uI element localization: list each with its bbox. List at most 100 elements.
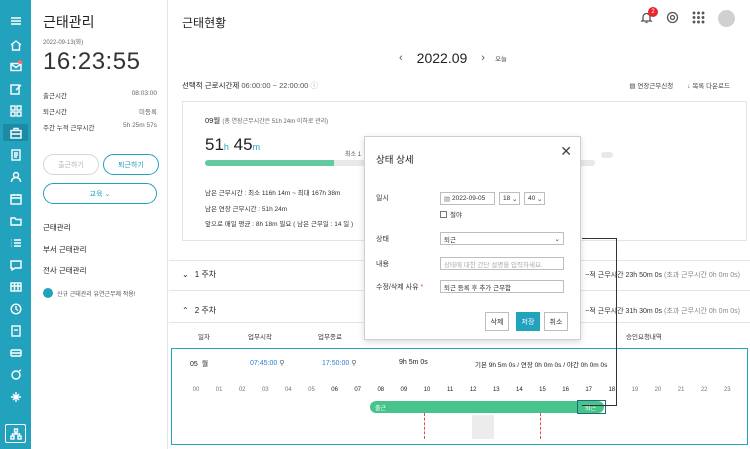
cancel-button[interactable]: 취소 bbox=[544, 312, 568, 331]
hour-label: 07 bbox=[354, 387, 362, 393]
status-select[interactable]: 퇴근 ⌄ bbox=[440, 232, 564, 245]
hour-label: 06 bbox=[331, 387, 338, 393]
month-navigator: ‹ 2022.09 › 오늘 bbox=[399, 50, 507, 66]
week-1-toggle[interactable]: ⌄ 1 주차 bbox=[182, 269, 216, 280]
chevron-down-icon: ⌄ bbox=[537, 195, 543, 203]
overtime-request-button[interactable]: ▤ 연장근무신청 bbox=[629, 80, 673, 90]
avatar[interactable] bbox=[718, 10, 735, 27]
badge-icon[interactable] bbox=[8, 368, 23, 381]
sitemap-icon[interactable] bbox=[5, 424, 26, 443]
briefcase-icon[interactable] bbox=[3, 124, 28, 141]
reason-input[interactable]: 퇴근 등록 후 추가 근무함 bbox=[440, 280, 564, 293]
work-timeline-bar[interactable] bbox=[370, 401, 604, 413]
home-icon[interactable] bbox=[8, 38, 23, 51]
day-row[interactable]: 05 월 07:45:00 ⚲ 17:50:00 ⚲ 9h 5m 0s 기본 9… bbox=[171, 348, 748, 445]
date-field[interactable]: ▤ 2022-09-05 bbox=[440, 192, 495, 205]
hour-label: 03 bbox=[261, 387, 269, 393]
clock-icon[interactable] bbox=[8, 302, 23, 315]
connector-line bbox=[582, 238, 617, 406]
menu-company-attendance[interactable]: 전사 근태관리 bbox=[43, 265, 86, 276]
chevron-down-icon: ⌄ bbox=[182, 270, 189, 279]
menu-dept-attendance[interactable]: 부서 근태관리 bbox=[43, 244, 86, 255]
summary-line: 남은 근무시간 : 최소 116h 14m ~ 최대 167h 38m bbox=[205, 190, 341, 197]
hour-select[interactable]: 18 ⌄ bbox=[499, 192, 520, 205]
education-dropdown[interactable]: 교육 ⌄ bbox=[43, 183, 157, 204]
hour-label: 13 bbox=[492, 387, 500, 393]
bell-icon[interactable]: 2 bbox=[640, 7, 658, 26]
table-icon[interactable] bbox=[8, 280, 23, 293]
reason-label: 수정/삭제 사유 * bbox=[376, 284, 424, 291]
week-2-toggle[interactable]: ⌃ 2 주차 bbox=[182, 305, 216, 316]
status-detail-modal: 상태 상세 ✕ 일시 ▤ 2022-09-05 18 ⌄ 40 ⌄ 철야 상태 … bbox=[364, 136, 581, 340]
summary-progress-fill bbox=[205, 160, 334, 166]
work-schedule-label: 선택적 근로시간제 06:00:00 ~ 22:00:00 ⓘ bbox=[182, 81, 318, 90]
today-button[interactable]: 오늘 bbox=[495, 53, 507, 63]
icon-rail bbox=[0, 0, 31, 449]
clock-out-button[interactable]: 퇴근하기 bbox=[103, 154, 159, 175]
document-icon[interactable] bbox=[8, 148, 23, 161]
hour-label: 20 bbox=[654, 387, 662, 393]
hour-label: 08 bbox=[377, 387, 385, 393]
hour-label: 21 bbox=[677, 387, 685, 393]
hour-label: 14 bbox=[516, 387, 523, 393]
panel-title: 근태관리 bbox=[43, 14, 95, 30]
overnight-checkbox[interactable]: 철야 bbox=[440, 209, 462, 219]
download-list-button[interactable]: ↓ 목록 다운로드 bbox=[687, 80, 730, 90]
boundary-line bbox=[424, 413, 425, 439]
summary-min-label: 최소 1 bbox=[345, 152, 362, 158]
hour-label: 10 bbox=[423, 387, 431, 393]
day-end-time: 17:50:00 ⚲ bbox=[322, 360, 357, 367]
close-icon[interactable]: ✕ bbox=[560, 143, 572, 160]
clock-in-row: 출근시간 08:03:00 bbox=[43, 90, 157, 100]
gear-icon[interactable] bbox=[666, 11, 679, 26]
mail-icon[interactable] bbox=[8, 60, 23, 73]
summary-progress-tail bbox=[601, 152, 613, 158]
current-month: 2022.09 bbox=[416, 50, 468, 66]
status-label: 상태 bbox=[376, 236, 389, 243]
hour-label: 15 bbox=[539, 387, 546, 393]
info-icon: ⓘ bbox=[310, 81, 318, 90]
day-total: 9h 5m 0s bbox=[399, 359, 428, 366]
org-icon[interactable] bbox=[8, 390, 23, 403]
hour-label: 23 bbox=[723, 387, 731, 393]
menu-icon[interactable] bbox=[8, 14, 23, 27]
hour-label: 01 bbox=[215, 387, 223, 393]
date-label: 일시 bbox=[376, 195, 389, 202]
toolbar: ▤ 연장근무신청 ↓ 목록 다운로드 bbox=[629, 80, 730, 90]
prev-month-icon[interactable]: ‹ bbox=[399, 52, 403, 64]
calendar-icon[interactable] bbox=[8, 192, 23, 205]
notice-link[interactable]: 신규 근태관리 유연근무제 적용! bbox=[43, 288, 135, 298]
hour-label: 16 bbox=[562, 387, 569, 393]
clock-out-row: 퇴근시간 미등록 bbox=[43, 109, 157, 116]
person-icon[interactable] bbox=[8, 170, 23, 183]
timeline-start-label: 출근 bbox=[375, 406, 387, 412]
chevron-down-icon: ⌄ bbox=[554, 235, 560, 243]
save-button[interactable]: 저장 bbox=[516, 312, 540, 331]
calendar-icon: ▤ bbox=[444, 195, 451, 203]
chevron-down-icon: ⌄ bbox=[104, 190, 111, 198]
current-date: 2022-09-13(화) bbox=[43, 40, 84, 46]
notice-icon bbox=[43, 288, 53, 298]
apps-icon[interactable] bbox=[692, 11, 705, 26]
content-input[interactable]: 상태에 대한 간단 설명을 입력하세요. bbox=[440, 257, 564, 270]
hour-label: 09 bbox=[400, 387, 408, 393]
list-icon[interactable] bbox=[8, 236, 23, 249]
minute-select[interactable]: 40 ⌄ bbox=[524, 192, 545, 205]
next-month-icon[interactable]: › bbox=[481, 52, 485, 64]
break-block bbox=[472, 415, 494, 439]
clock-in-button[interactable]: 출근하기 bbox=[43, 154, 99, 175]
download-icon: ↓ bbox=[687, 83, 691, 90]
hour-label: 02 bbox=[238, 387, 246, 393]
left-panel: 근태관리 2022-09-13(화) 16:23:55 출근시간 08:03:00… bbox=[31, 0, 168, 449]
stack-icon[interactable] bbox=[8, 346, 23, 359]
file-icon[interactable] bbox=[8, 324, 23, 337]
folder-icon[interactable] bbox=[8, 214, 23, 227]
chevron-up-icon: ⌃ bbox=[182, 306, 189, 315]
hour-label: 00 bbox=[192, 387, 200, 393]
menu-attendance[interactable]: 근태관리 bbox=[43, 222, 71, 233]
grid-icon[interactable] bbox=[8, 104, 23, 117]
location-icon: ⚲ bbox=[351, 360, 357, 367]
delete-button[interactable]: 삭제 bbox=[485, 312, 509, 331]
chat-icon[interactable] bbox=[8, 258, 23, 271]
edit-icon[interactable] bbox=[8, 82, 23, 95]
